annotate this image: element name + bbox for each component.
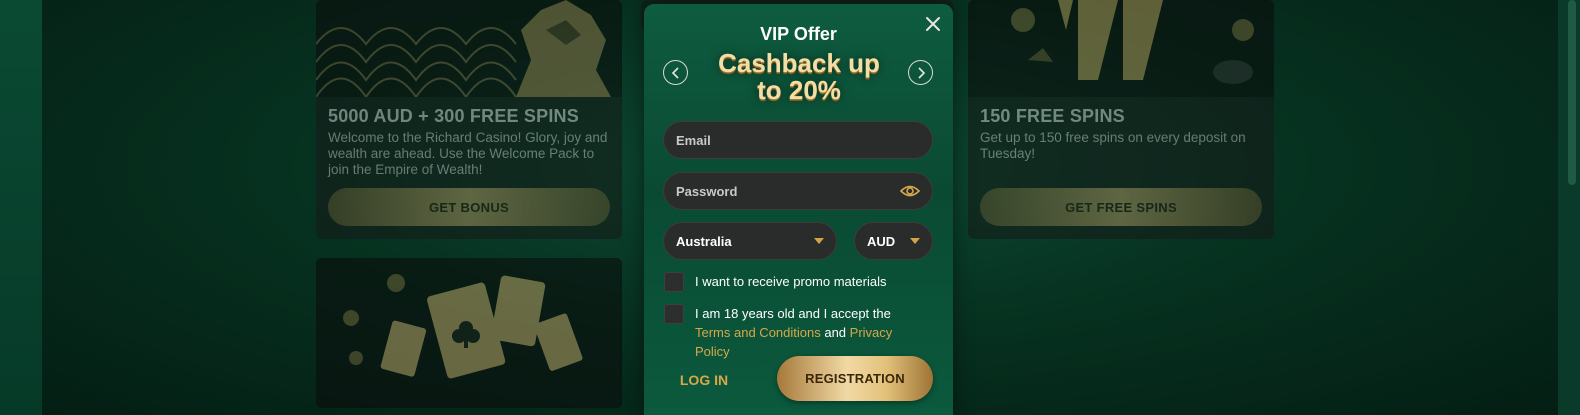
currency-select[interactable]: AUD xyxy=(854,222,933,260)
chevron-right-icon xyxy=(917,66,925,79)
card-title: 150 FREE SPINS xyxy=(980,106,1125,126)
terms-checkbox[interactable] xyxy=(664,304,684,324)
promo-checkbox-row: I want to receive promo materials xyxy=(664,272,886,292)
terms-prefix-text: I am 18 years old and I accept the xyxy=(695,306,891,321)
registration-button[interactable]: REGISTRATION xyxy=(777,356,933,401)
lion-artwork-icon xyxy=(316,0,622,97)
next-offer-button[interactable] xyxy=(908,60,933,85)
promo-card-welcome: 5000 AUD + 300 FREE SPINS Welcome to the… xyxy=(316,0,622,239)
prev-offer-button[interactable] xyxy=(663,60,688,85)
login-button[interactable]: LOG IN xyxy=(664,360,744,400)
get-bonus-button[interactable]: GET BONUS xyxy=(328,188,610,226)
currency-select-value: AUD xyxy=(867,233,896,249)
card-image-playing-cards xyxy=(316,258,622,408)
password-field[interactable] xyxy=(676,183,900,199)
registration-modal: VIP Offer Cashback up to 20% Australia A… xyxy=(644,4,953,415)
country-select-value: Australia xyxy=(676,233,732,249)
slot-777-artwork-icon xyxy=(968,0,1274,97)
scrollbar-thumb[interactable] xyxy=(1568,0,1576,185)
promo-card-free-spins: 150 FREE SPINS Get up to 150 free spins … xyxy=(968,0,1274,239)
country-select[interactable]: Australia xyxy=(663,222,837,260)
email-field[interactable] xyxy=(676,132,920,148)
eye-icon[interactable] xyxy=(900,184,920,198)
scrollbar[interactable] xyxy=(1568,0,1576,415)
card-image-lion xyxy=(316,0,622,97)
offer-headline: Cashback up to 20% xyxy=(718,48,880,105)
chevron-left-icon xyxy=(671,66,679,79)
card-description: Get up to 150 free spins on every deposi… xyxy=(980,130,1246,161)
email-field-wrapper xyxy=(663,121,933,159)
playing-cards-artwork-icon xyxy=(316,258,622,408)
chevron-down-icon xyxy=(910,238,920,244)
terms-checkbox-row: I am 18 years old and I accept the Terms… xyxy=(664,304,925,361)
terms-link[interactable]: Terms and Conditions xyxy=(695,325,821,340)
promo-checkbox-label: I want to receive promo materials xyxy=(695,274,887,289)
promo-checkbox[interactable] xyxy=(664,272,684,292)
chevron-down-icon xyxy=(814,238,824,244)
terms-and-text: and xyxy=(820,325,850,340)
card-title: 5000 AUD + 300 FREE SPINS xyxy=(328,106,579,126)
modal-title: VIP Offer xyxy=(760,24,837,44)
password-field-wrapper xyxy=(663,172,933,210)
get-free-spins-button[interactable]: GET FREE SPINS xyxy=(980,188,1262,226)
card-image-slots xyxy=(968,0,1274,97)
page-left-edge xyxy=(0,0,42,415)
terms-checkbox-label: I am 18 years old and I accept the Terms… xyxy=(695,304,925,361)
promo-card-cards xyxy=(316,258,622,408)
card-description: Welcome to the Richard Casino! Glory, jo… xyxy=(328,130,608,177)
